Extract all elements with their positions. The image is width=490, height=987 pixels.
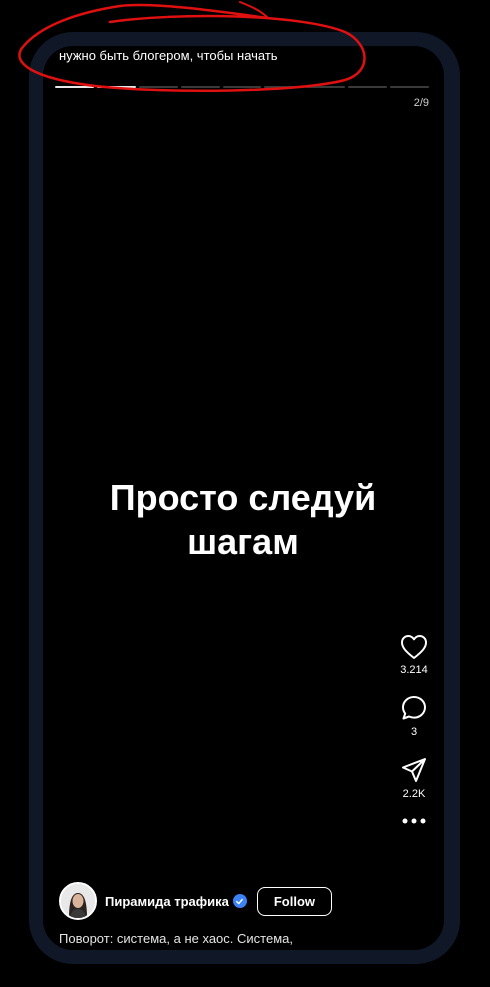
comment-button[interactable]: 3 [393,694,435,738]
story-screen: нужно быть блогером, чтобы начать 2/9 Пр… [43,46,444,950]
slide-counter: 2/9 [413,97,429,109]
more-dots-icon [402,818,426,824]
story-top-caption: нужно быть блогером, чтобы начать [59,48,278,63]
more-button[interactable] [393,818,435,824]
avatar-image [61,884,95,918]
slide-main-text: Просто следуй шагам [83,476,403,564]
slide-text-line: Просто следуй [109,477,377,518]
post-description[interactable]: Поворот: система, а не хаос. Система, [59,931,293,946]
progress-segment[interactable] [222,86,262,88]
story-progress-bar [55,86,430,88]
author-row: Пирамида трафика Follow [59,882,333,920]
progress-segment[interactable] [138,86,178,88]
progress-segment[interactable] [180,86,220,88]
author-name[interactable]: Пирамида трафика [105,894,229,909]
action-rail: 3.214 3 2.2K [393,634,435,824]
slide-text-line: шагам [187,521,299,562]
progress-segment[interactable] [96,86,136,88]
heart-icon [401,635,427,659]
progress-segment[interactable] [348,86,388,88]
share-count: 2.2K [402,788,426,800]
like-button[interactable]: 3.214 [393,634,435,676]
verified-badge-icon [232,894,247,908]
follow-button[interactable]: Follow [256,886,333,916]
avatar[interactable] [59,882,97,920]
progress-segment[interactable] [55,86,94,88]
share-button[interactable]: 2.2K [393,756,435,800]
progress-segment[interactable] [306,86,346,88]
comment-count: 3 [410,726,418,738]
like-count: 3.214 [400,664,428,676]
progress-segment[interactable] [264,86,304,88]
progress-segment[interactable] [390,86,430,88]
send-icon [402,758,426,782]
comment-icon [402,696,426,720]
